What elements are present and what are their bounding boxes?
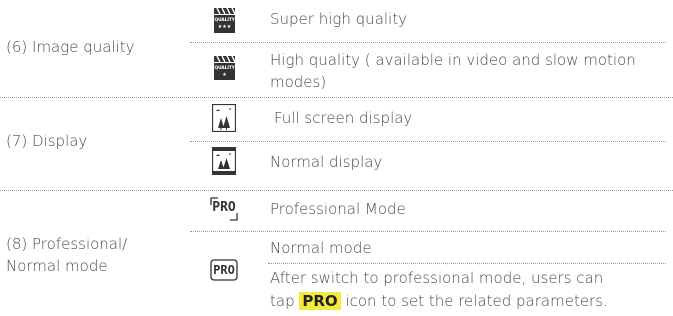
divider: [190, 42, 666, 43]
super-quality-icon-text: QUALITY: [214, 18, 235, 23]
professional-mode-text: Professional Mode: [270, 200, 406, 218]
display-label: (7) Display: [6, 132, 88, 150]
high-quality-icon: QUALITY ★: [214, 55, 236, 80]
divider: [190, 141, 666, 142]
full-screen-display-text: Full screen display: [274, 109, 413, 127]
normal-display-text: Normal display: [270, 153, 383, 171]
super-high-quality-icon: QUALITY ★★★: [214, 7, 236, 33]
high-quality-icon-text: QUALITY: [214, 66, 235, 71]
section-divider: [0, 190, 673, 191]
pro-note-after: icon to set the related parameters.: [340, 292, 608, 310]
normal-mode-text: Normal mode: [270, 239, 372, 257]
normal-display-icon: [211, 146, 237, 176]
professional-mode-label-line2: Normal mode: [6, 257, 108, 275]
divider: [190, 231, 666, 232]
high-quality-text-line2: modes): [270, 73, 327, 91]
professional-mode-label-line1: (8) Professional/: [6, 235, 128, 253]
super-quality-icon-stars: ★★★: [217, 24, 232, 30]
image-quality-label: (6) Image quality: [6, 38, 135, 56]
pro-highlight-badge: PRO: [299, 292, 341, 310]
high-quality-text-line1: High quality ( available in video and sl…: [270, 51, 636, 69]
full-screen-display-icon: [211, 103, 237, 133]
pro-note-line1: After switch to professional mode, users…: [270, 269, 604, 287]
super-high-quality-text: Super high quality: [270, 10, 407, 28]
high-quality-icon-stars: ★: [222, 72, 227, 78]
divider: [268, 263, 666, 264]
professional-mode-icon-text: PRO: [212, 200, 236, 215]
professional-mode-icon: PRO: [210, 197, 238, 221]
normal-mode-pro-icon-text: PRO: [213, 263, 235, 277]
pro-note-line2: tap PRO icon to set the related paramete…: [270, 291, 608, 312]
section-divider: [0, 97, 673, 98]
normal-mode-pro-icon: PRO: [210, 259, 238, 281]
pro-note-before: tap: [270, 292, 300, 310]
